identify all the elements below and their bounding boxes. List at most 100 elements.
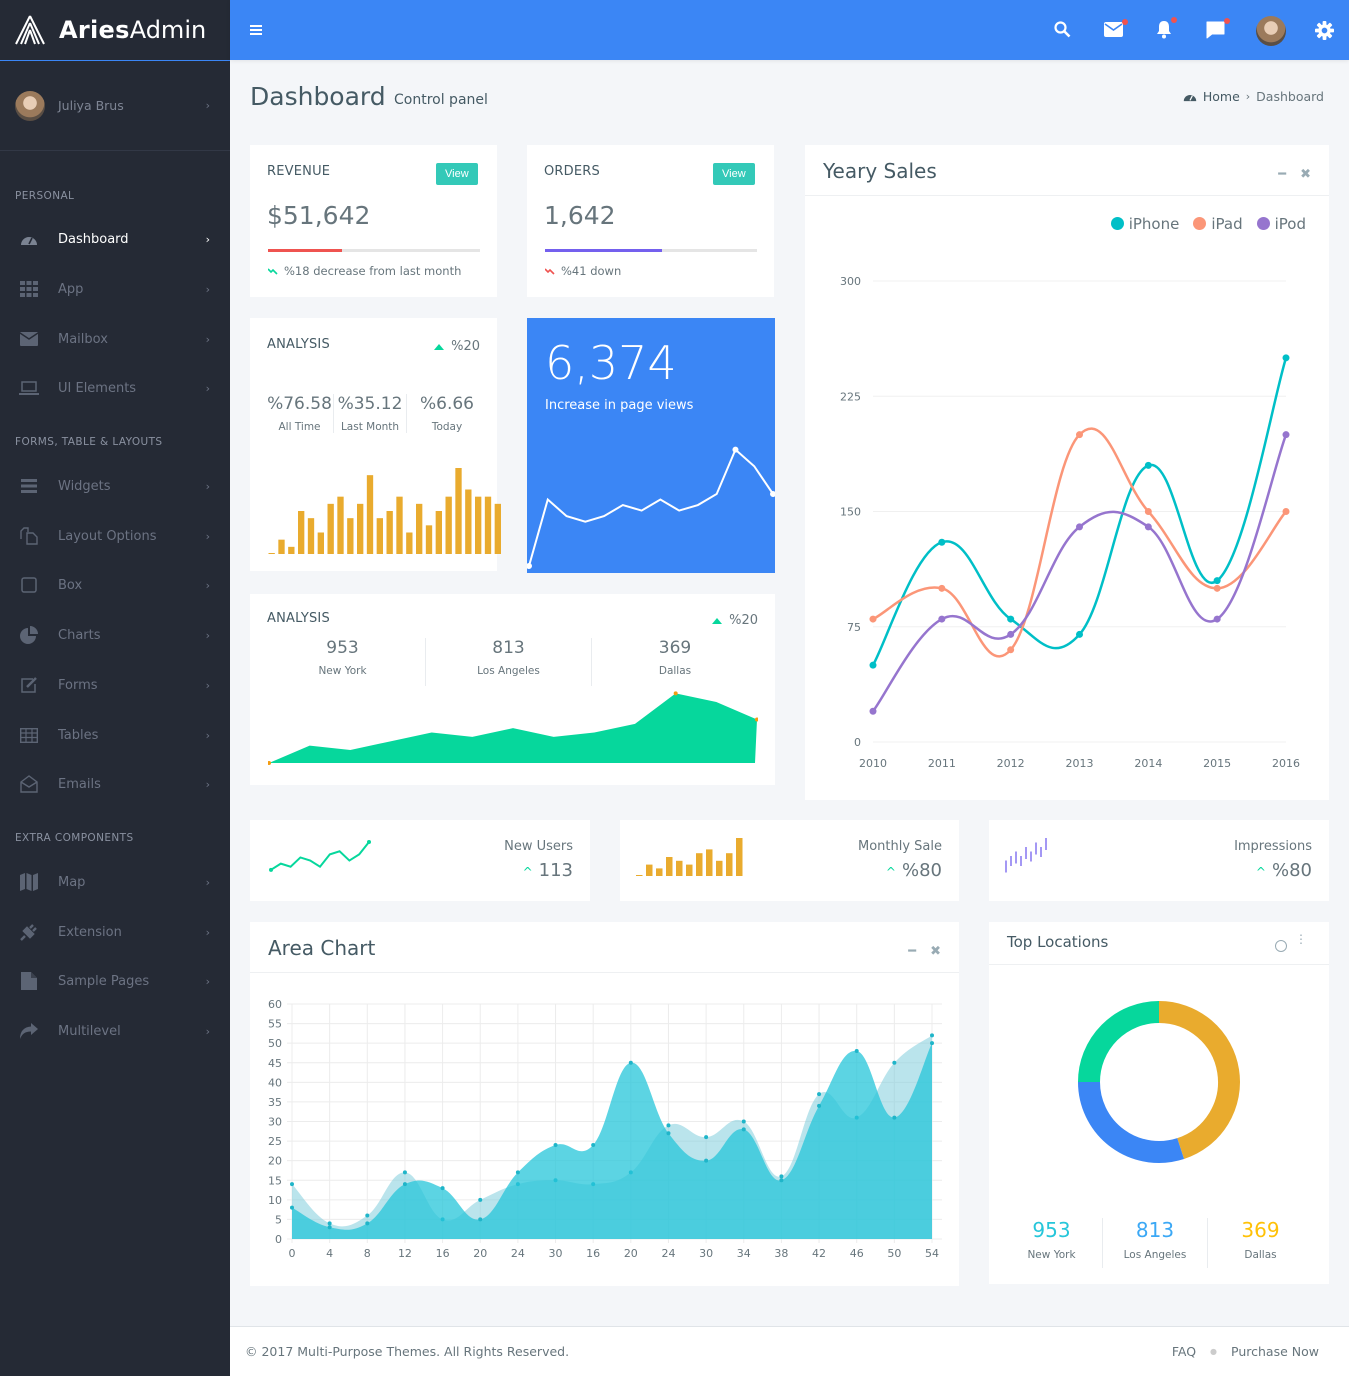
orders-view-button[interactable]: View <box>713 163 755 185</box>
mail-icon[interactable] <box>1104 19 1128 41</box>
data-point <box>1076 431 1083 439</box>
notification-dot <box>1122 19 1128 25</box>
menu-icon[interactable] <box>250 24 262 39</box>
y-tick-label: 150 <box>840 506 861 519</box>
sidebar-item-charts[interactable]: Charts › <box>0 615 230 655</box>
purchase-now-link[interactable]: Purchase Now <box>1231 1344 1319 1359</box>
bar <box>696 853 703 876</box>
refresh-icon[interactable] <box>1275 940 1287 952</box>
sidebar-item-mailbox[interactable]: Mailbox › <box>0 319 230 359</box>
revenue-progress <box>268 249 480 252</box>
grid-icon <box>18 278 40 300</box>
y-tick-label: 15 <box>268 1174 282 1187</box>
breadcrumb-separator-icon: › <box>1245 90 1251 103</box>
top-locations-donut <box>1078 1001 1240 1163</box>
sidebar-item-layout-options[interactable]: Layout Options › <box>0 516 230 556</box>
data-point <box>515 1170 520 1175</box>
yearly-sales-title: Yeary Sales <box>823 159 937 183</box>
x-tick-label: 54 <box>925 1247 939 1260</box>
stat-los-angeles: 813 Los Angeles <box>1103 1218 1208 1268</box>
orders-progress <box>545 249 757 252</box>
search-icon[interactable] <box>1054 21 1071 42</box>
gear-icon[interactable] <box>1315 21 1334 44</box>
plug-icon <box>18 921 40 943</box>
sidebar-item-label: Layout Options <box>58 528 157 544</box>
chevron-right-icon: › <box>205 381 210 395</box>
map-icon <box>18 871 40 893</box>
stat-today: %6.66 Today <box>407 394 487 433</box>
legend-item-iphone[interactable]: iPhone <box>1110 215 1180 233</box>
bell-icon[interactable] <box>1156 17 1177 43</box>
data-point <box>440 1186 445 1191</box>
close-icon[interactable]: ✖ <box>930 944 941 959</box>
sidebar-item-emails[interactable]: Emails › <box>0 764 230 804</box>
yearly-sales-chart: 0 75 150 225 300 2010 2011 2012 2013 2014 2015 2016 <box>840 275 1300 770</box>
chevron-right-icon: › <box>205 332 210 346</box>
sidebar-item-widgets[interactable]: Widgets › <box>0 466 230 506</box>
y-tick-label: 0 <box>854 736 861 749</box>
sidebar-item-label: Dashboard <box>58 231 129 247</box>
sidebar-item-tables[interactable]: Tables › <box>0 715 230 755</box>
legend-label: iPhone <box>1128 215 1180 233</box>
bar <box>484 496 492 554</box>
x-tick-label: 38 <box>774 1247 788 1260</box>
data-point <box>1076 523 1083 531</box>
bar <box>406 532 413 554</box>
sidebar-item-ui-elements[interactable]: UI Elements › <box>0 368 230 408</box>
bar <box>666 857 673 876</box>
chevron-right-icon: › <box>205 529 210 543</box>
share-icon <box>18 1020 40 1042</box>
chat-icon[interactable] <box>1206 18 1230 43</box>
user-panel[interactable]: Juliya Brus › <box>0 61 230 151</box>
x-tick-label: 20 <box>624 1247 638 1260</box>
sidebar-item-dashboard[interactable]: Dashboard › <box>0 219 230 259</box>
brand-logo[interactable]: Aries Admin <box>0 0 230 61</box>
mini-value: ^ %80 <box>1256 860 1312 881</box>
close-icon[interactable]: ✖ <box>1300 167 1311 182</box>
stat-label: Dallas <box>1244 1249 1277 1261</box>
more-vertical-icon[interactable]: ⋮ <box>1295 933 1307 945</box>
sidebar-item-forms[interactable]: Forms › <box>0 665 230 705</box>
topbar <box>230 0 1349 60</box>
data-point <box>673 691 678 696</box>
sidebar-item-app[interactable]: App › <box>0 269 230 309</box>
stat-value: 369 <box>1241 1218 1280 1242</box>
envelope-open-icon <box>18 773 40 795</box>
bar <box>736 838 743 876</box>
stat-label: Los Angeles <box>477 665 540 677</box>
sidebar-item-map[interactable]: Map › <box>0 862 230 902</box>
separator-dot: ● <box>1210 1347 1218 1356</box>
sidebar: Aries Admin Juliya Brus › PERSONAL Dashbo… <box>0 0 230 1376</box>
minimize-icon[interactable]: ━ <box>908 944 916 959</box>
page-title: Dashboard <box>250 82 386 111</box>
data-point <box>704 1135 709 1140</box>
breadcrumb-home[interactable]: Home <box>1203 89 1240 104</box>
faq-link[interactable]: FAQ <box>1172 1344 1196 1359</box>
stat-label: Dallas <box>658 665 692 677</box>
sidebar-item-extension[interactable]: Extension › <box>0 912 230 952</box>
envelope-icon <box>18 328 40 350</box>
sidebar-item-multilevel[interactable]: Multilevel › <box>0 1011 230 1051</box>
legend-item-ipad[interactable]: iPad <box>1193 215 1243 233</box>
x-tick-label: 34 <box>737 1247 751 1260</box>
revenue-view-button[interactable]: View <box>436 163 478 185</box>
sidebar-item-box[interactable]: Box › <box>0 565 230 605</box>
legend-item-ipod[interactable]: iPod <box>1256 215 1306 233</box>
stat-value: %6.66 <box>419 394 474 414</box>
data-point <box>1282 508 1290 515</box>
minimize-icon[interactable]: ━ <box>1278 167 1286 182</box>
data-point <box>741 1127 746 1132</box>
y-tick-label: 50 <box>268 1037 282 1050</box>
stat-new-york: 953 New York <box>1001 1218 1103 1268</box>
bar <box>726 853 733 876</box>
top-locations-stats: 953 New York 813 Los Angeles 369 Dallas <box>1001 1218 1313 1268</box>
mini-label: New Users <box>504 839 573 854</box>
data-point <box>779 1174 784 1179</box>
area-chart-title: Area Chart <box>268 936 376 960</box>
pageviews-line-chart <box>527 446 775 569</box>
y-tick-label: 45 <box>268 1057 282 1070</box>
y-tick-label: 40 <box>268 1076 282 1089</box>
sidebar-item-sample-pages[interactable]: Sample Pages › <box>0 961 230 1001</box>
avatar[interactable] <box>1256 16 1286 46</box>
y-tick-label: 20 <box>268 1155 282 1168</box>
